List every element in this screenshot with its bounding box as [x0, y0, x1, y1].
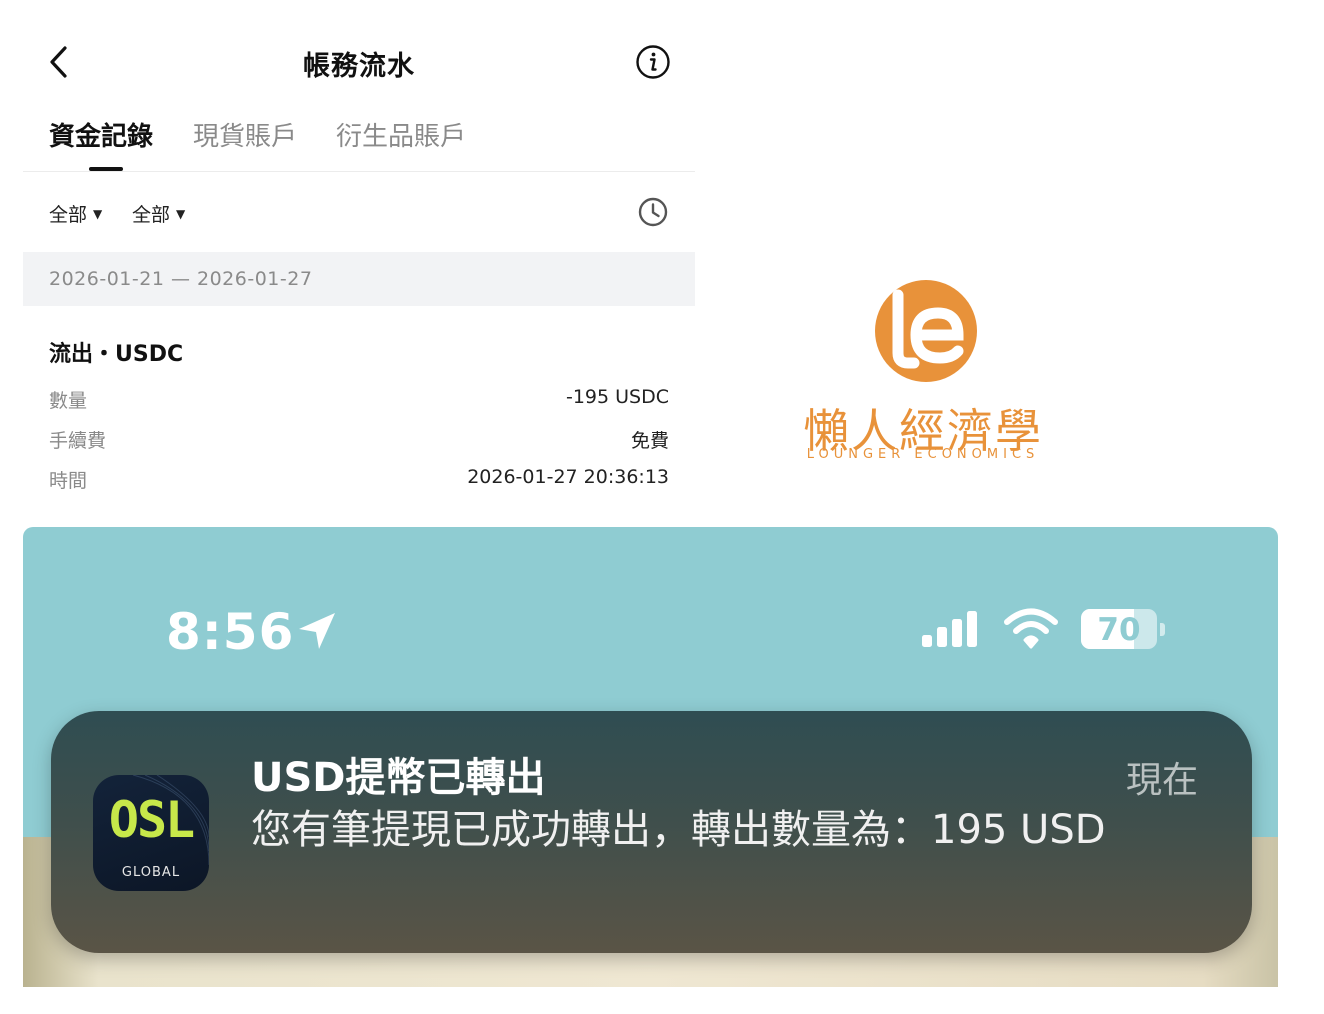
tab-bar: 資金記錄 現貨賬戶 衍生品賬戶 — [23, 110, 695, 172]
record-row-time: 時間 2026-01-27 20:36:13 — [49, 464, 669, 494]
caret-down-icon: ▼ — [93, 207, 103, 221]
logo-english-text: LOUNGER ECONOMICS — [806, 447, 1040, 462]
nav-bar: 帳務流水 — [23, 32, 695, 92]
location-arrow-icon — [299, 613, 335, 649]
battery-indicator: 70 — [1081, 609, 1157, 649]
clock-icon — [638, 197, 668, 227]
status-time: 8:56 — [166, 603, 295, 661]
row-label: 時間 — [49, 470, 88, 492]
row-value: 2026-01-27 20:36:13 — [467, 466, 669, 488]
notification-banner[interactable]: OSL GLOBAL USD提幣已轉出 現在 您有筆提現已成功轉出，轉出數量為：… — [51, 711, 1252, 953]
history-button[interactable] — [637, 196, 669, 228]
notification-time: 現在 — [1125, 760, 1198, 801]
filter-currency-label: 全部 — [132, 204, 171, 226]
tab-funding-records[interactable]: 資金記錄 — [49, 116, 153, 153]
date-range-text: 2026-01-21 — 2026-01-27 — [49, 268, 313, 290]
caret-down-icon: ▼ — [176, 207, 186, 221]
ledger-screen: 帳務流水 資金記錄 現貨賬戶 衍生品賬戶 全部 ▼ 全部 ▼ 2026-01-2… — [23, 0, 695, 505]
wifi-icon — [1004, 608, 1058, 649]
record-row-fee: 手續費 免費 — [49, 424, 669, 454]
info-button[interactable] — [635, 44, 671, 80]
app-icon-text: OSL — [108, 791, 195, 849]
row-label: 數量 — [49, 390, 88, 412]
record-title: 流出・USDC — [49, 342, 184, 367]
notification-body: 您有筆提現已成功轉出，轉出數量為：195 USD — [251, 807, 1106, 853]
brand-logo: 懶人經濟學 LOUNGER ECONOMICS — [790, 275, 1060, 470]
osl-app-icon: OSL GLOBAL — [93, 775, 209, 891]
active-tab-indicator — [89, 167, 123, 171]
le-logo-icon — [875, 280, 977, 382]
page-title: 帳務流水 — [303, 51, 415, 82]
date-range-bar[interactable]: 2026-01-21 — 2026-01-27 — [23, 252, 695, 306]
info-icon — [636, 45, 670, 79]
filter-type-dropdown[interactable]: 全部 ▼ — [49, 200, 102, 227]
cellular-signal-icon — [922, 611, 977, 647]
notification-title: USD提幣已轉出 — [251, 755, 546, 801]
phone-screenshot: 8:56 70 OSL GLOBAL USD提幣已轉出 現在 您有筆提現已成功轉… — [23, 527, 1278, 987]
battery-cap — [1160, 623, 1165, 636]
filter-row: 全部 ▼ 全部 ▼ — [23, 188, 695, 236]
record-row-amount: 數量 -195 USDC — [49, 384, 669, 414]
tab-spot-account[interactable]: 現貨賬戶 — [193, 116, 297, 153]
battery-percent: 70 — [1097, 612, 1141, 648]
row-value: -195 USDC — [565, 386, 669, 408]
tab-derivatives-account[interactable]: 衍生品賬戶 — [336, 116, 466, 153]
row-label: 手續費 — [49, 430, 107, 452]
row-value: 免費 — [630, 430, 669, 452]
filter-currency-dropdown[interactable]: 全部 ▼ — [132, 200, 185, 227]
app-icon-subtext: GLOBAL — [121, 865, 181, 880]
filter-type-label: 全部 — [49, 204, 88, 226]
